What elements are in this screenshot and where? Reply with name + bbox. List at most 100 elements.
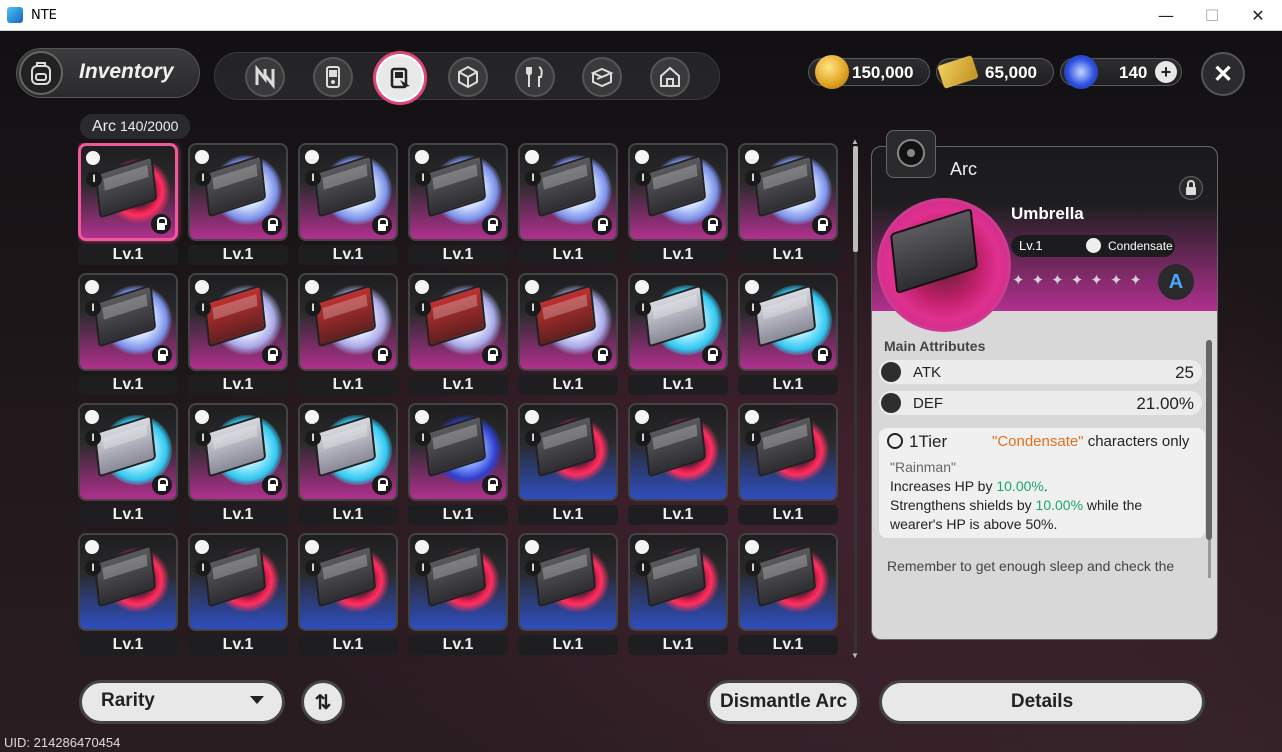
arc-item[interactable]: I Lv.1 [628,533,728,655]
grid-scroll-thumb[interactable] [853,146,858,252]
arc-card[interactable]: I [78,403,178,501]
lock-icon [702,215,722,235]
arc-item[interactable]: I Lv.1 [78,273,178,395]
case-label [432,164,478,190]
arc-item[interactable]: I Lv.1 [628,403,728,525]
arc-item[interactable]: I Lv.1 [738,533,838,655]
tab-arc[interactable] [373,51,427,105]
arc-item[interactable]: I Lv.1 [518,273,618,395]
sort-order-button[interactable]: ⇅ [301,680,345,724]
arc-item[interactable]: I Lv.1 [408,403,508,525]
detail-scroll-thumb[interactable] [1206,340,1212,540]
element-type-icon [304,539,320,555]
arc-card[interactable]: I [408,533,508,631]
item-level: Lv.1 [628,375,728,395]
arc-item[interactable]: I Lv.1 [298,403,398,525]
arc-card[interactable]: I [628,273,728,371]
arc-item[interactable]: I Lv.1 [408,273,508,395]
arc-card[interactable]: I [628,403,728,501]
arc-card[interactable]: I [188,143,288,241]
arc-card[interactable]: I [298,403,398,501]
tier-badge: I [305,560,321,576]
arc-item[interactable]: I Lv.1 [188,533,288,655]
close-inventory-button[interactable]: ✕ [1201,52,1245,96]
arc-item[interactable]: I Lv.1 [408,533,508,655]
add-crystal-button[interactable]: + [1155,61,1177,83]
arc-item[interactable]: I Lv.1 [298,143,398,265]
tab-devices[interactable] [313,57,353,97]
tab-furniture[interactable] [582,57,622,97]
arc-item[interactable]: I Lv.1 [628,273,728,395]
arc-item[interactable]: I Lv.1 [78,533,178,655]
arc-item[interactable]: I Lv.1 [518,403,618,525]
arc-item[interactable]: I Lv.1 [408,143,508,265]
arc-card[interactable]: I [738,143,838,241]
arc-item[interactable]: I Lv.1 [518,143,618,265]
user-id: UID: 214286470454 [4,735,121,750]
arc-card[interactable]: I [298,273,398,371]
item-level: Lv.1 [188,505,288,525]
arc-item[interactable]: I Lv.1 [738,273,838,395]
arc-card[interactable]: I [518,273,618,371]
maximize-button[interactable]: ☐ [1189,0,1235,31]
arc-item[interactable]: I Lv.1 [298,273,398,395]
arc-card[interactable]: I [408,143,508,241]
arc-card-selected[interactable]: I [78,143,178,241]
case-label [102,424,148,450]
arc-item[interactable]: I Lv.1 [78,143,178,265]
arc-item[interactable]: I Lv.1 [188,143,288,265]
effect-line-3: wearer's HP is above 50%. [890,516,1058,532]
arc-card[interactable]: I [738,403,838,501]
details-button[interactable]: Details [879,680,1205,724]
tier-badge: I [745,430,761,446]
tier-badge: I [745,170,761,186]
case-label [762,424,808,450]
arc-card[interactable]: I [628,143,728,241]
attr-label: ATK [913,364,942,381]
element-type-icon [414,539,430,555]
tab-food[interactable] [515,57,555,97]
vinyl-icon [886,130,936,178]
case-label [103,165,149,191]
arc-item[interactable]: I Lv.1 [738,403,838,525]
tab-materials[interactable] [448,57,488,97]
scroll-up-arrow[interactable]: ▲ [851,137,859,146]
arc-card[interactable]: I [628,533,728,631]
item-level: Lv.1 [408,635,508,655]
arc-card[interactable]: I [738,273,838,371]
arc-item[interactable]: I Lv.1 [298,533,398,655]
arc-card[interactable]: I [518,533,618,631]
item-level: Lv.1 [78,375,178,395]
arc-card[interactable]: I [188,273,288,371]
arc-item[interactable]: I Lv.1 [188,403,288,525]
arc-card[interactable]: I [408,403,508,501]
arc-card[interactable]: I [518,403,618,501]
item-level: Lv.1 [628,505,728,525]
arc-item[interactable]: I Lv.1 [518,533,618,655]
arc-item[interactable]: I Lv.1 [738,143,838,265]
element-type-icon [524,279,540,295]
arc-item[interactable]: I Lv.1 [78,403,178,525]
detail-lock-toggle[interactable] [1179,176,1203,200]
arc-card[interactable]: I [298,143,398,241]
arc-card[interactable]: I [518,143,618,241]
tab-arcs-n[interactable] [245,57,285,97]
arc-item[interactable]: I Lv.1 [188,273,288,395]
case-label [542,164,588,190]
dismantle-arc-button[interactable]: Dismantle Arc [707,680,860,724]
arc-card[interactable]: I [188,403,288,501]
scroll-down-arrow[interactable]: ▼ [851,651,859,660]
tab-home[interactable] [650,57,690,97]
flavor-text: Remember to get enough sleep and check t… [887,558,1175,579]
window-close-button[interactable]: ✕ [1235,0,1281,31]
arc-card[interactable]: I [738,533,838,631]
arc-item[interactable]: I Lv.1 [628,143,728,265]
effect-text: . [1043,478,1048,494]
arc-card[interactable]: I [78,533,178,631]
element-label: Condensate [1108,239,1173,253]
minimize-button[interactable]: — [1143,0,1189,31]
arc-card[interactable]: I [78,273,178,371]
arc-card[interactable]: I [298,533,398,631]
arc-card[interactable]: I [188,533,288,631]
arc-card[interactable]: I [408,273,508,371]
